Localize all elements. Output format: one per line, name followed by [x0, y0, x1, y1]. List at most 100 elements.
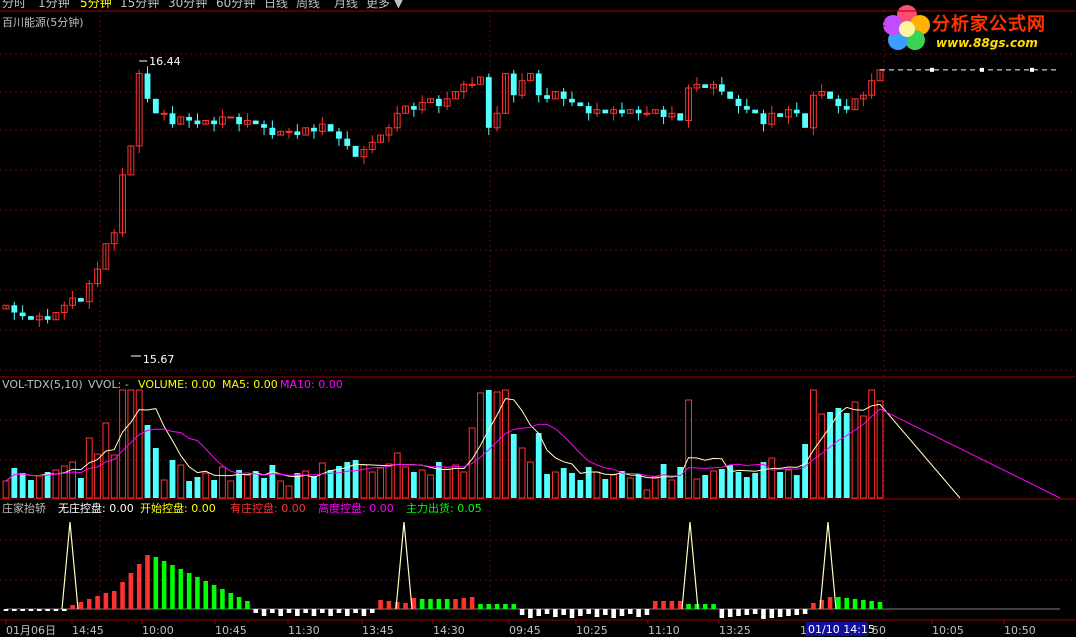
vol-bar-1	[11, 468, 18, 498]
ind-bar-84	[702, 604, 708, 609]
vol-bar-84	[702, 475, 709, 498]
vol-bar-0	[2, 480, 10, 499]
candle-body-1	[11, 305, 18, 313]
ind-bar-35	[295, 609, 300, 616]
vol-bar-39	[327, 470, 334, 498]
x-label-2: 10:00	[142, 624, 174, 637]
candle-body-74	[619, 109, 625, 114]
ind-item-4: 主力出货: 0.05	[406, 502, 482, 515]
ind-bar-71	[594, 609, 600, 617]
vol-bar-50	[418, 469, 426, 499]
ind-bar-97	[811, 603, 816, 609]
vol-bar-98	[818, 413, 826, 499]
vol-bar-67	[560, 468, 567, 498]
candle-body-86	[718, 84, 725, 92]
vol-bar-32	[269, 465, 276, 498]
candle-body-22	[186, 116, 193, 121]
ind-bar-14	[120, 582, 125, 609]
ind-bar-7	[61, 609, 67, 611]
candle-body-52	[435, 98, 442, 107]
vol-bar-53	[443, 468, 451, 499]
candle-body-99	[827, 91, 833, 99]
ind-spike-0	[61, 521, 79, 610]
ind-bar-57	[478, 604, 483, 609]
vol-bar-9	[78, 478, 84, 498]
ind-bar-4	[37, 609, 42, 611]
ind-bar-95	[794, 609, 800, 615]
candle-body-34	[285, 130, 293, 133]
vol-bar-62	[518, 447, 526, 499]
ind-bar-54	[453, 599, 458, 609]
ind-bar-27	[228, 593, 234, 609]
x-partial-label: 1	[800, 624, 807, 637]
x-label-4: 11:30	[288, 624, 320, 637]
vol-bar-63	[526, 461, 534, 499]
ind-bar-36	[303, 609, 308, 613]
candle-body-30	[252, 120, 259, 125]
candle-body-79	[660, 109, 667, 117]
ind-bar-15	[128, 573, 134, 609]
x-label-6: 14:30	[433, 624, 465, 637]
high-label: 16.44	[149, 55, 181, 68]
candle-body-90	[752, 109, 759, 114]
vol-panel-ma10: MA10: 0.00	[280, 378, 343, 391]
vol-bar-23	[194, 477, 201, 498]
x-label-9: 11:10	[648, 624, 680, 637]
ind-bar-55	[461, 598, 467, 609]
ind-bar-94	[786, 609, 791, 616]
vol-bar-55	[460, 471, 468, 499]
ind-bar-104	[869, 601, 874, 609]
vol-bar-69	[577, 480, 584, 498]
ind-bar-52	[436, 599, 442, 609]
ind-bar-43	[361, 609, 367, 616]
vol-bar-96	[802, 444, 808, 498]
vol-bar-58	[485, 390, 492, 498]
ind-bar-64	[536, 609, 542, 616]
ind-bar-85	[711, 604, 716, 609]
vol-bar-74	[619, 471, 625, 498]
ind-bar-17	[145, 555, 150, 609]
projection-dot-0	[930, 67, 934, 72]
vol-bar-86	[718, 469, 725, 498]
ind-bar-30	[253, 609, 259, 613]
ind-bar-11	[95, 596, 100, 609]
ind-bar-99	[827, 597, 833, 609]
ind-bar-21	[178, 569, 184, 609]
vol-bar-64	[535, 433, 542, 498]
ind-bar-12	[103, 593, 109, 609]
ind-bar-75	[627, 609, 633, 614]
vol-bar-77	[643, 489, 651, 499]
ind-bar-41	[344, 609, 350, 616]
x-label-8: 10:25	[576, 624, 608, 637]
ind-bar-79	[661, 601, 666, 609]
vol-bar-59	[493, 391, 501, 499]
candle-body-95	[793, 109, 800, 114]
ind-spike-2	[681, 521, 699, 610]
vol-bar-92	[768, 457, 776, 499]
candle-body-87	[727, 91, 734, 99]
vol-bar-72	[602, 479, 609, 498]
ind-bar-58	[486, 604, 492, 609]
vol-bar-88	[735, 472, 742, 498]
vol-bar-79	[660, 464, 667, 498]
ind-bar-2	[20, 609, 25, 611]
ind-bar-76	[636, 609, 641, 617]
candle-body-37	[311, 127, 317, 132]
x-label-14: 10:50	[1004, 624, 1036, 637]
candle-body-58	[485, 77, 492, 128]
ind-bar-91	[761, 609, 766, 619]
vol-bar-83	[693, 478, 701, 499]
vol-bar-45	[377, 467, 384, 499]
low-label: 15.67	[143, 353, 175, 366]
vol-bar-8	[69, 461, 77, 499]
candle-body-28	[236, 116, 242, 125]
vol-bar-37	[311, 476, 317, 498]
candle-body-31	[261, 124, 267, 128]
ind-bar-44	[369, 609, 375, 613]
vol-bar-101	[843, 413, 850, 498]
ind-bar-60	[503, 604, 508, 609]
candle-body-67	[560, 91, 567, 99]
vol-panel-vvol: VVOL: -	[88, 378, 129, 391]
ind-item-1: 开始控盘: 0.00	[140, 502, 216, 515]
candle-body-96	[802, 113, 808, 128]
